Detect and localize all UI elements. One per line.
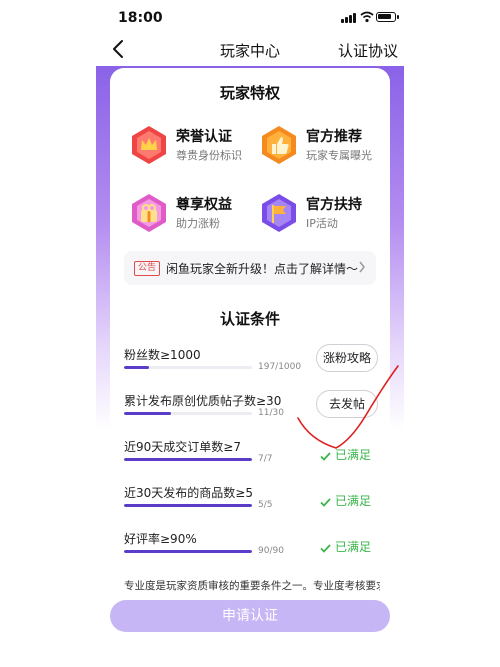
progress-count: 11/30 <box>258 408 284 418</box>
perk-name: 官方扶持 <box>306 197 362 213</box>
satisfied-status: 已满足 <box>320 492 371 509</box>
progress-bar <box>124 550 252 553</box>
announcement-tag: 公告 <box>134 261 161 276</box>
progress-bar <box>124 458 252 461</box>
perk-item[interactable]: 官方扶持 IP活动 <box>258 192 388 240</box>
condition-label: 近90天成交订单数≥7 <box>124 440 241 454</box>
progress-count: 5/5 <box>258 500 273 510</box>
wifi-icon <box>360 11 374 23</box>
condition-label: 粉丝数≥1000 <box>124 348 201 362</box>
condition-label: 好评率≥90% <box>124 532 197 546</box>
perk-desc: 尊贵身份标识 <box>176 149 242 162</box>
perk-name: 尊享权益 <box>176 197 232 213</box>
battery-icon <box>376 12 399 22</box>
condition-row: 好评率≥90% 90/90 已满足 <box>124 530 376 576</box>
condition-row: 近30天发布的商品数≥5 5/5 已满足 <box>124 484 376 530</box>
announcement-text: 闲鱼玩家全新升级！点击了解详情～ <box>166 262 359 276</box>
progress-count: 90/90 <box>258 546 284 556</box>
announcement-banner[interactable]: 公告 闲鱼玩家全新升级！点击了解详情～ <box>124 251 376 285</box>
progress-bar <box>124 504 252 507</box>
check-icon <box>320 544 331 553</box>
progress-fill <box>124 550 252 553</box>
gift-badge-icon <box>132 194 166 232</box>
chevron-right-icon <box>359 261 365 273</box>
post-button[interactable]: 去发帖 <box>316 390 378 418</box>
check-icon <box>320 498 331 507</box>
crown-badge-icon <box>132 126 166 164</box>
status-time: 18:00 <box>118 10 163 26</box>
condition-row: 累计发布原创优质帖子数≥30 11/30 去发帖 <box>124 390 378 438</box>
perk-name: 官方推荐 <box>306 129 362 145</box>
main-card: 玩家特权 荣誉认证 尊贵身份标识 官方推荐 玩家专属曝光 尊享权益 助力涨粉 官… <box>110 68 390 598</box>
check-icon <box>320 452 331 461</box>
perk-item[interactable]: 尊享权益 助力涨粉 <box>128 192 258 240</box>
nav-bar: 玩家中心 认证协议 <box>0 36 500 66</box>
progress-fill <box>124 458 252 461</box>
progress-bar <box>124 366 252 369</box>
progress-fill <box>124 504 252 507</box>
flag-badge-icon <box>262 194 296 232</box>
progress-count: 7/7 <box>258 454 273 464</box>
perk-desc: IP活动 <box>306 217 338 230</box>
signal-icon <box>341 13 357 23</box>
perk-desc: 玩家专属曝光 <box>306 149 372 162</box>
condition-row: 粉丝数≥1000 197/1000 涨粉攻略 <box>124 344 378 392</box>
condition-label: 累计发布原创优质帖子数≥30 <box>124 394 282 408</box>
progress-fill <box>124 366 150 369</box>
conditions-title: 认证条件 <box>110 308 390 329</box>
perk-desc: 助力涨粉 <box>176 217 220 230</box>
satisfied-label: 已满足 <box>335 448 372 462</box>
perk-item[interactable]: 官方推荐 玩家专属曝光 <box>258 124 388 172</box>
perks-title: 玩家特权 <box>110 82 390 103</box>
condition-row: 近90天成交订单数≥7 7/7 已满足 <box>124 438 376 484</box>
page-title: 玩家中心 <box>219 42 280 60</box>
progress-bar <box>124 412 252 415</box>
perk-item[interactable]: 荣誉认证 尊贵身份标识 <box>128 124 258 172</box>
progress-count: 197/1000 <box>258 362 302 372</box>
satisfied-label: 已满足 <box>335 540 372 554</box>
satisfied-label: 已满足 <box>335 494 372 508</box>
thumbs-up-badge-icon <box>262 126 296 164</box>
grow-fans-button[interactable]: 涨粉攻略 <box>316 344 378 372</box>
agreement-link[interactable]: 认证协议 <box>338 40 398 61</box>
status-bar: 18:00 <box>0 0 500 36</box>
perk-name: 荣誉认证 <box>176 129 232 145</box>
satisfied-status: 已满足 <box>320 446 371 463</box>
progress-fill <box>124 412 171 415</box>
professional-note: 专业度是玩家资质审核的重要条件之一。专业度考核要求 <box>124 580 380 592</box>
apply-certification-button[interactable]: 申请认证 <box>110 600 390 632</box>
satisfied-status: 已满足 <box>320 538 371 555</box>
condition-label: 近30天发布的商品数≥5 <box>124 486 253 500</box>
